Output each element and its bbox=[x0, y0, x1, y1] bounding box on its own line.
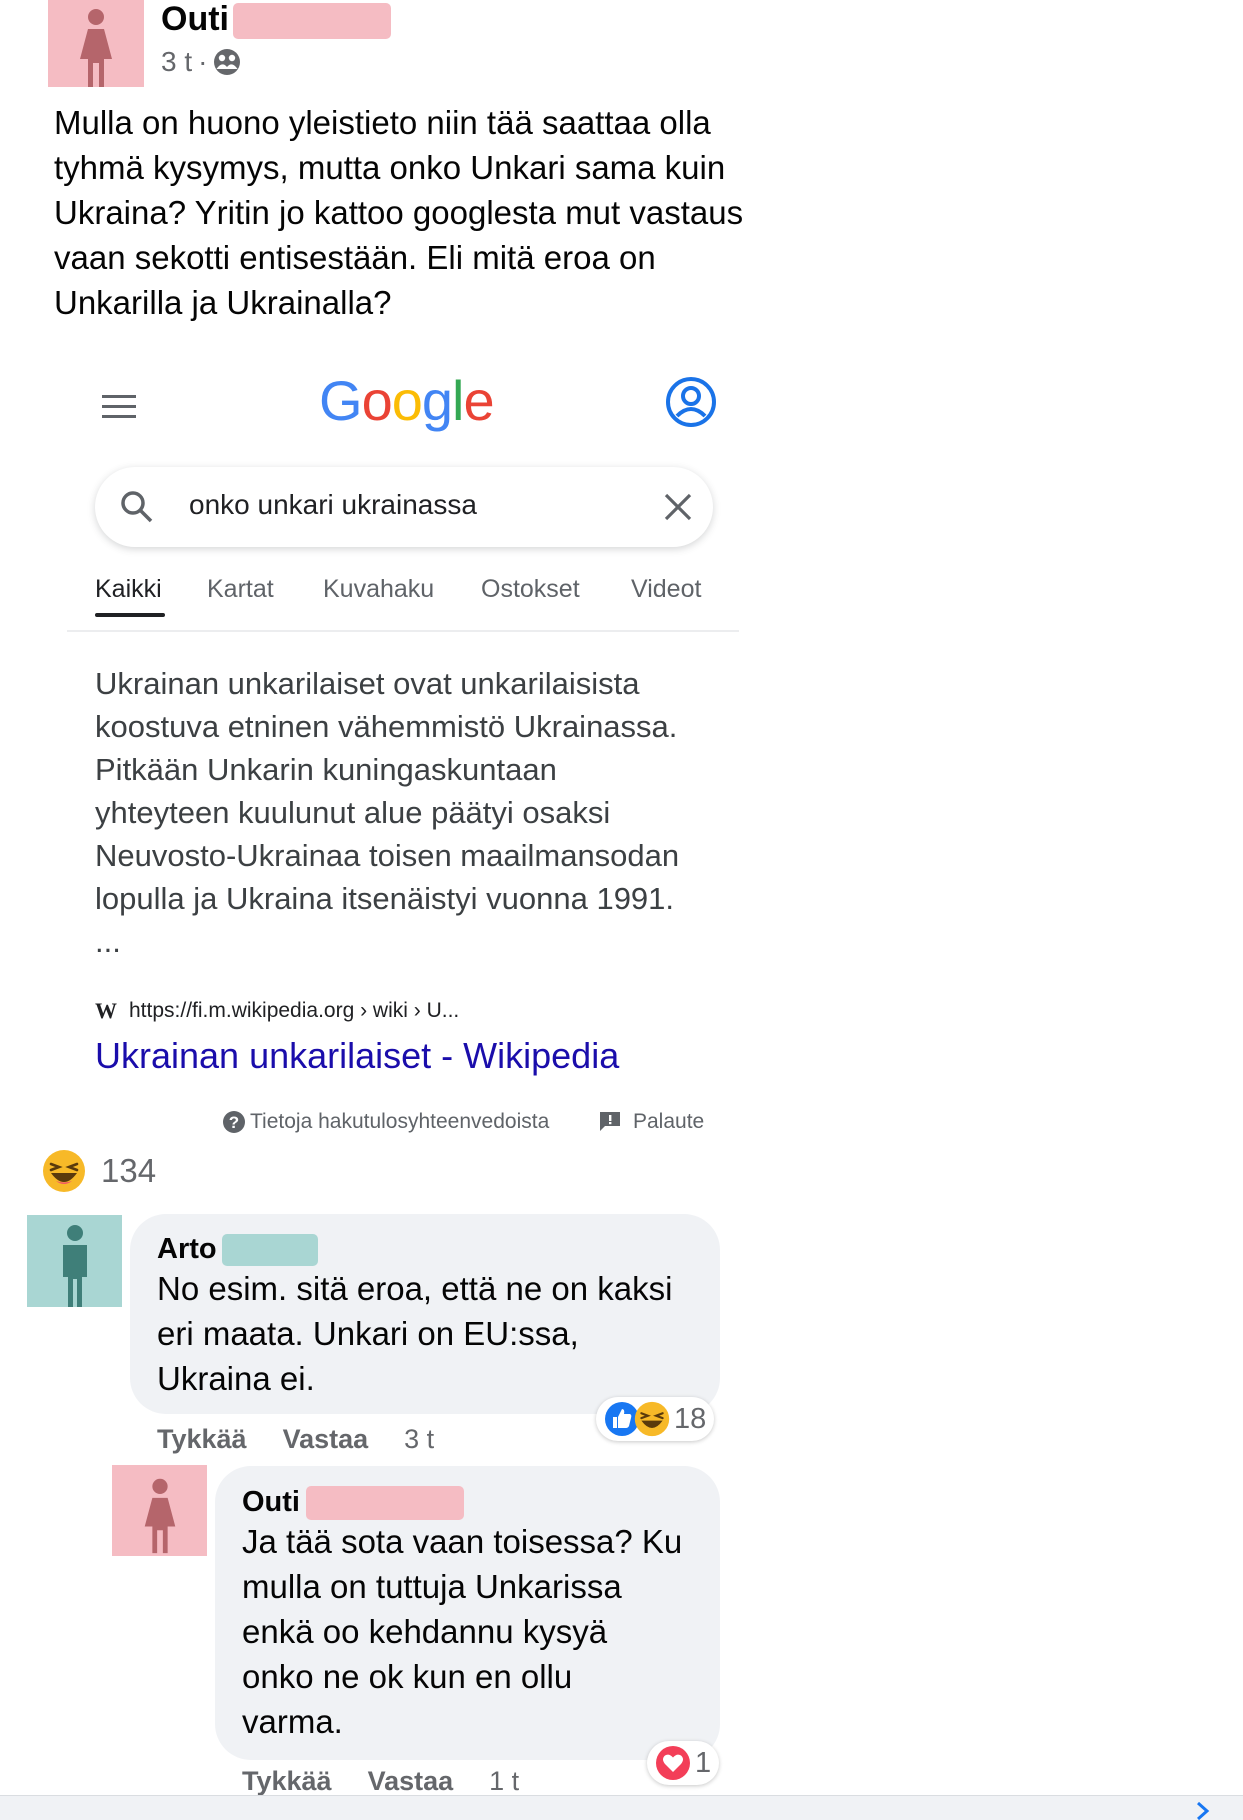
reply-text-line: enkä oo kehdannu kysyä bbox=[242, 1613, 608, 1650]
reply-text-line: varma. bbox=[242, 1703, 343, 1740]
snippet-line: koostuva etninen vähemmistö Ukrainassa. bbox=[95, 709, 678, 744]
google-logo: Google bbox=[319, 368, 495, 433]
comment-text-line: eri maata. Unkari on EU:ssa, bbox=[157, 1315, 579, 1352]
tabs-divider bbox=[67, 630, 739, 632]
logo-letter: o bbox=[361, 369, 393, 432]
commenter-avatar[interactable] bbox=[27, 1215, 122, 1307]
post-meta: 3 t · bbox=[161, 46, 241, 78]
clear-search-icon[interactable] bbox=[663, 492, 693, 522]
reply-timestamp[interactable]: 1 t bbox=[489, 1766, 519, 1797]
tab-kaikki[interactable]: Kaikki bbox=[95, 575, 162, 604]
snippet-line: Pitkään Unkarin kuningaskuntaan bbox=[95, 752, 557, 787]
about-snippets-link[interactable]: ? Tietoja hakutulosyhteenvedoista bbox=[222, 1110, 549, 1134]
logo-letter: g bbox=[421, 369, 453, 432]
haha-reaction-icon[interactable] bbox=[42, 1149, 86, 1193]
post-text-line: vaan sekotti entisestään. Eli mitä eroa … bbox=[54, 239, 656, 276]
reply-reactions[interactable]: 1 bbox=[647, 1741, 720, 1785]
google-screenshot: Google onko unkari ukrainassa Kaikki Kar… bbox=[67, 360, 739, 1155]
svg-text:?: ? bbox=[229, 1113, 239, 1132]
reply-author-avatar[interactable] bbox=[112, 1465, 207, 1556]
comment-actions: Tykkää Vastaa 3 t bbox=[157, 1424, 434, 1455]
tab-ostokset[interactable]: Ostokset bbox=[481, 575, 580, 604]
comment-reaction-count[interactable]: 18 bbox=[674, 1403, 706, 1436]
hamburger-menu-icon[interactable] bbox=[102, 393, 138, 421]
result-source[interactable]: W https://fi.m.wikipedia.org › wiki › U.… bbox=[95, 998, 459, 1024]
commenter-name[interactable]: Arto bbox=[157, 1233, 217, 1266]
reply-text-line: Ja tää sota vaan toisessa? Ku bbox=[242, 1523, 683, 1560]
logo-letter: l bbox=[452, 369, 464, 432]
post-text-line: Ukraina? Yritin jo kattoo googlesta mut … bbox=[54, 194, 744, 231]
like-button[interactable]: Tykkää bbox=[157, 1424, 247, 1455]
reply-button[interactable]: Vastaa bbox=[368, 1766, 454, 1797]
redacted-surname bbox=[222, 1234, 318, 1266]
comment-reactions[interactable]: 18 bbox=[596, 1397, 715, 1441]
reply-text-line: mulla on tuttuja Unkarissa bbox=[242, 1568, 622, 1605]
snippet-line: Neuvosto-Ukrainaa toisen maailmansodan bbox=[95, 838, 680, 873]
comment-text-line: No esim. sitä eroa, että ne on kaksi bbox=[157, 1270, 673, 1307]
redacted-surname bbox=[306, 1486, 464, 1520]
snippet-line: lopulla ja Ukraina itsenäistyi vuonna 19… bbox=[95, 881, 675, 916]
reply-button[interactable]: Vastaa bbox=[283, 1424, 369, 1455]
wikipedia-logo-icon: W bbox=[95, 998, 117, 1023]
comment-text-line: Ukraina ei. bbox=[157, 1360, 315, 1397]
post-reaction-count[interactable]: 134 bbox=[101, 1152, 156, 1190]
post-text-line: Mulla on huono yleistieto niin tää saatt… bbox=[54, 104, 711, 141]
about-snippets-label[interactable]: Tietoja hakutulosyhteenvedoista bbox=[250, 1110, 549, 1134]
female-figure-icon bbox=[80, 9, 112, 87]
reply-text: Ja tää sota vaan toisessa? Ku mulla on t… bbox=[242, 1519, 682, 1744]
meta-separator: · bbox=[198, 46, 208, 77]
snippet-line: Ukrainan unkarilaiset ovat unkarilaisist… bbox=[95, 666, 640, 701]
female-figure-icon bbox=[144, 1478, 175, 1554]
redacted-surname bbox=[233, 3, 391, 39]
reply-text-line: onko ne ok kun en ollu bbox=[242, 1658, 573, 1695]
like-button[interactable]: Tykkää bbox=[242, 1766, 332, 1797]
comment-text: No esim. sitä eroa, että ne on kaksi eri… bbox=[157, 1266, 672, 1401]
logo-letter: o bbox=[391, 369, 423, 432]
account-icon[interactable] bbox=[665, 376, 717, 428]
search-box[interactable]: onko unkari ukrainassa bbox=[95, 467, 713, 547]
male-figure-icon bbox=[62, 1225, 87, 1307]
post-author-avatar[interactable] bbox=[48, 0, 144, 87]
feedback-link[interactable]: Palaute bbox=[599, 1110, 704, 1134]
haha-reaction-icon bbox=[634, 1401, 670, 1437]
result-url[interactable]: https://fi.m.wikipedia.org › wiki › U... bbox=[129, 999, 459, 1023]
logo-letter: e bbox=[463, 369, 494, 432]
active-tab-indicator bbox=[95, 613, 165, 617]
result-title-link[interactable]: Ukrainan unkarilaiset - Wikipedia bbox=[95, 1035, 619, 1077]
search-icon[interactable] bbox=[119, 489, 155, 525]
post-text-line: Unkarilla ja Ukrainalla? bbox=[54, 284, 392, 321]
feedback-label[interactable]: Palaute bbox=[633, 1110, 704, 1134]
reply-actions: Tykkää Vastaa 1 t bbox=[242, 1766, 519, 1797]
post-text-line: tyhmä kysymys, mutta onko Unkari sama ku… bbox=[54, 149, 726, 186]
reply-author-name[interactable]: Outi bbox=[242, 1486, 300, 1519]
logo-letter: G bbox=[319, 369, 363, 432]
snippet-line: ... bbox=[95, 924, 121, 959]
post-timestamp[interactable]: 3 t bbox=[161, 46, 192, 78]
chevron-right-icon[interactable] bbox=[1195, 1801, 1211, 1820]
tab-kartat[interactable]: Kartat bbox=[207, 575, 274, 604]
snippet-line: yhteyteen kuulunut alue päätyi osaksi bbox=[95, 795, 611, 830]
love-reaction-icon bbox=[656, 1746, 690, 1780]
friends-audience-icon bbox=[214, 49, 241, 75]
post-body: Mulla on huono yleistieto niin tää saatt… bbox=[54, 100, 743, 325]
reply-reaction-count[interactable]: 1 bbox=[695, 1747, 711, 1780]
tab-videot[interactable]: Videot bbox=[631, 575, 701, 604]
featured-snippet: Ukrainan unkarilaiset ovat unkarilaisist… bbox=[95, 662, 725, 963]
feedback-icon bbox=[600, 1112, 620, 1131]
post-author-first-name[interactable]: Outi bbox=[161, 0, 229, 38]
help-icon: ? bbox=[223, 1111, 245, 1133]
comment-timestamp[interactable]: 3 t bbox=[404, 1424, 434, 1455]
post-author-name[interactable]: Outi bbox=[161, 0, 229, 39]
search-query[interactable]: onko unkari ukrainassa bbox=[189, 489, 477, 521]
bottom-toolbar bbox=[0, 1795, 1243, 1820]
tab-kuvahaku[interactable]: Kuvahaku bbox=[323, 575, 434, 604]
